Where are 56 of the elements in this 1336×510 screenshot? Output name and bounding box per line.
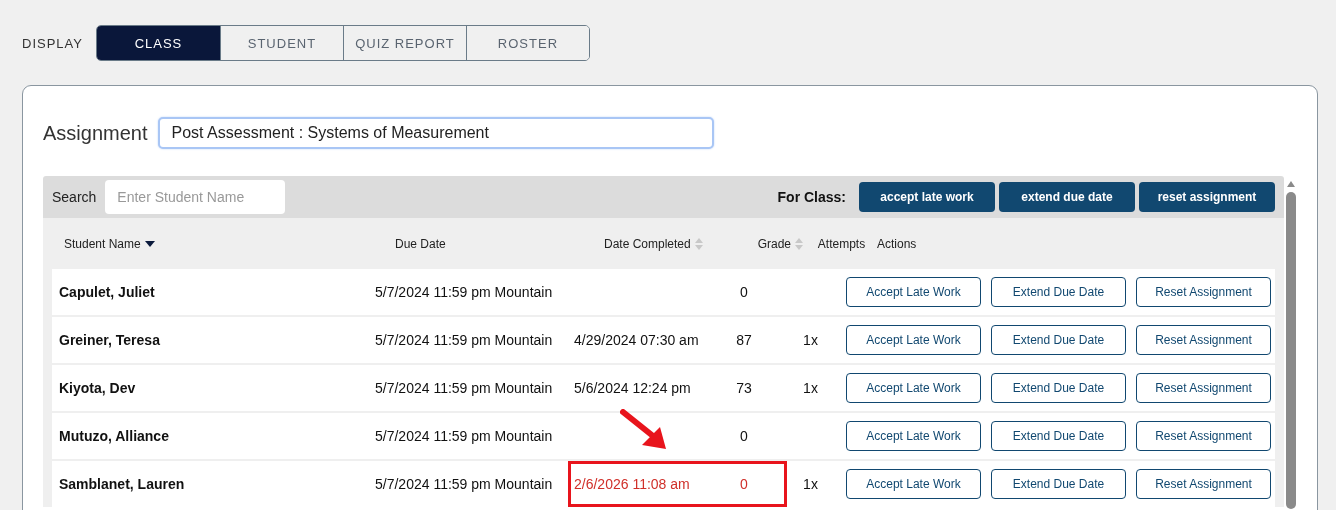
search-label: Search (52, 189, 97, 205)
date-completed: 4/29/2024 07:30 am (574, 332, 699, 348)
assignment-field[interactable]: Post Assessment : Systems of Measurement (157, 117, 714, 149)
scroll-up-icon[interactable] (1286, 180, 1296, 188)
student-name: Capulet, Juliet (58, 284, 156, 300)
row-action-button[interactable]: Accept Late Work (846, 277, 981, 307)
date-completed: 5/6/2024 12:24 pm (574, 380, 691, 396)
row-action-button[interactable]: Extend Due Date (991, 373, 1126, 403)
class-action-button[interactable]: reset assignment (1139, 182, 1275, 212)
row-action-button[interactable]: Reset Assignment (1136, 373, 1271, 403)
class-action-button[interactable]: accept late work (859, 182, 995, 212)
column-header[interactable]: Grade (757, 236, 791, 251)
row-action-button[interactable]: Reset Assignment (1136, 277, 1271, 307)
grade: 87 (736, 332, 752, 348)
row-action-button[interactable]: Reset Assignment (1136, 421, 1271, 451)
grade: 0 (740, 476, 748, 492)
search-field[interactable]: Enter Student Name (105, 180, 286, 214)
grade: 0 (740, 428, 748, 444)
row-action-button[interactable]: Accept Late Work (846, 469, 981, 499)
due-date: 5/7/2024 11:59 pm Mountain (374, 428, 554, 444)
due-date: 5/7/2024 11:59 pm Mountain (374, 284, 554, 300)
column-header[interactable]: Date Completed (604, 236, 691, 251)
display-tab[interactable]: CLASS (96, 26, 220, 60)
scrollbar-thumb[interactable] (1286, 192, 1296, 509)
student-name: Samblanet, Lauren (58, 476, 186, 492)
row-action-button[interactable]: Extend Due Date (991, 277, 1126, 307)
column-header[interactable]: Due Date (395, 236, 446, 251)
class-action-button[interactable]: extend due date (999, 182, 1135, 212)
due-date: 5/7/2024 11:59 pm Mountain (374, 380, 554, 396)
row-action-button[interactable]: Accept Late Work (846, 325, 981, 355)
row-action-button[interactable]: Extend Due Date (991, 421, 1126, 451)
attempts: 1x (803, 476, 818, 492)
due-date: 5/7/2024 11:59 pm Mountain (374, 476, 554, 492)
date-completed: 2/6/2026 11:08 am (574, 476, 690, 492)
column-header[interactable]: Student Name (64, 236, 141, 251)
sort-descending-icon[interactable] (143, 239, 156, 248)
row-action-button[interactable]: Reset Assignment (1136, 325, 1271, 355)
attempts: 1x (803, 380, 818, 396)
display-label: DISPLAY (22, 35, 83, 51)
grade: 73 (736, 380, 752, 396)
row-action-button[interactable]: Reset Assignment (1136, 469, 1271, 499)
student-name: Kiyota, Dev (58, 380, 137, 396)
row-action-button[interactable]: Extend Due Date (991, 469, 1126, 499)
column-header[interactable]: Attempts (817, 236, 866, 251)
grade: 0 (740, 284, 748, 300)
due-date: 5/7/2024 11:59 pm Mountain (374, 332, 554, 348)
display-tab[interactable]: ROSTER (465, 26, 589, 60)
student-name: Mutuzo, Alliance (58, 428, 170, 444)
row-action-button[interactable]: Accept Late Work (846, 373, 981, 403)
assignment-label: Assignment (43, 121, 148, 145)
student-name: Greiner, Teresa (58, 332, 161, 348)
for-class-label: For Class: (777, 189, 846, 205)
column-header[interactable]: Actions (877, 236, 917, 251)
row-action-button[interactable]: Accept Late Work (846, 421, 981, 451)
row-action-button[interactable]: Extend Due Date (991, 325, 1126, 355)
attempts: 1x (803, 332, 818, 348)
